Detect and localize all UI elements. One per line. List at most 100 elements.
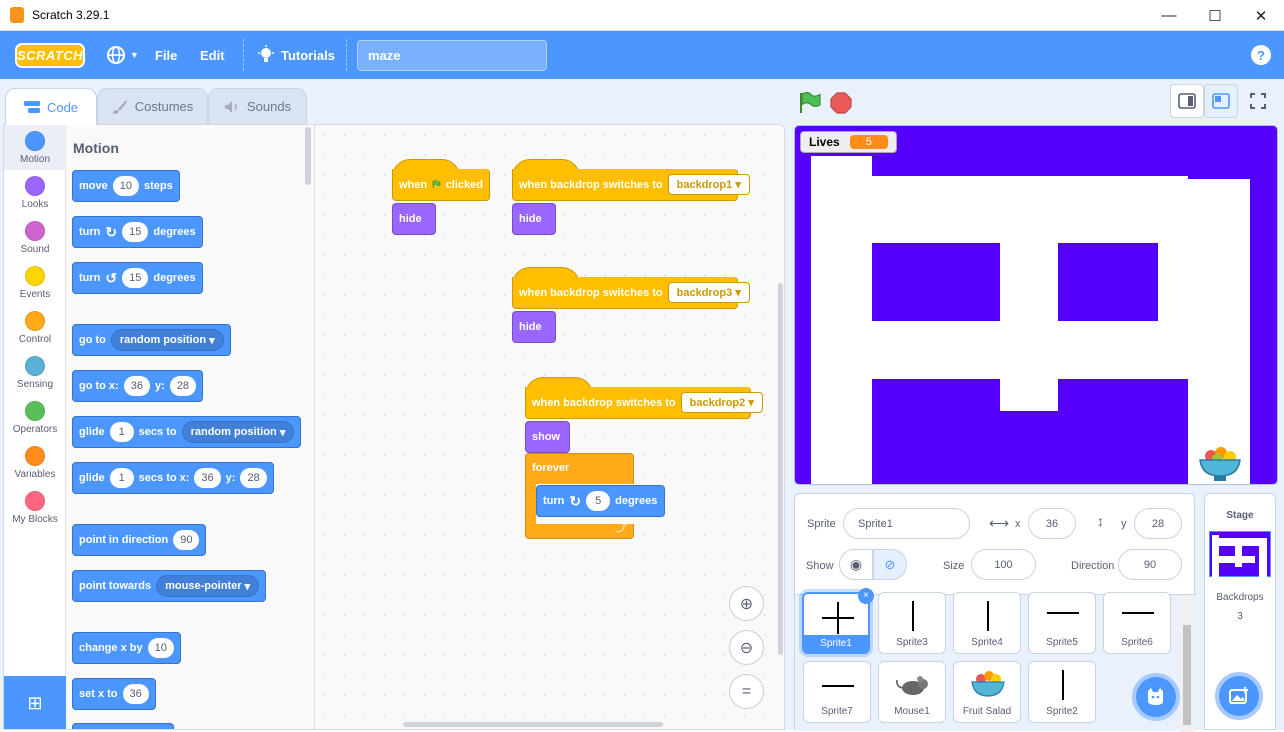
degrees-input[interactable]: 15 bbox=[122, 268, 149, 288]
category-operators[interactable]: Operators bbox=[4, 395, 66, 440]
secs-input[interactable]: 1 bbox=[109, 422, 134, 442]
sprite-tile-fruit-salad[interactable]: Fruit Salad bbox=[953, 661, 1021, 723]
tab-sounds[interactable]: Sounds bbox=[208, 88, 307, 125]
choose-sprite-button[interactable] bbox=[1132, 673, 1180, 721]
help-icon[interactable]: ? bbox=[1251, 45, 1271, 65]
block-hide[interactable]: hide bbox=[512, 311, 556, 343]
maximize-button[interactable]: ☐ bbox=[1192, 0, 1238, 31]
edit-menu[interactable]: Edit bbox=[200, 31, 225, 79]
target-dropdown[interactable]: random position ▾ bbox=[181, 421, 295, 443]
steps-input[interactable]: 10 bbox=[112, 176, 139, 196]
sprite-tile-mouse1[interactable]: Mouse1 bbox=[878, 661, 946, 723]
x-input[interactable]: 36 bbox=[194, 468, 221, 488]
fruit-salad-sprite[interactable] bbox=[1197, 444, 1243, 484]
tutorials-menu[interactable]: Tutorials bbox=[257, 31, 335, 79]
block-set-x[interactable]: set x to 36 bbox=[72, 678, 156, 710]
backdrop-dropdown[interactable]: backdrop1 ▾ bbox=[667, 174, 750, 195]
zoom-in-button[interactable]: ⊕ bbox=[729, 586, 764, 621]
category-my-blocks[interactable]: My Blocks bbox=[4, 485, 66, 530]
y-input[interactable]: 28 bbox=[169, 376, 196, 396]
category-variables[interactable]: Variables bbox=[4, 440, 66, 485]
direction-input[interactable]: 90 bbox=[173, 530, 200, 550]
block-when-backdrop-switches[interactable]: when backdrop switches to backdrop3 ▾ bbox=[512, 277, 750, 309]
category-looks[interactable]: Looks bbox=[4, 170, 66, 215]
block-show[interactable]: show bbox=[525, 421, 570, 453]
normal-stage-button[interactable] bbox=[1204, 84, 1238, 118]
file-menu[interactable]: File bbox=[155, 31, 177, 79]
degrees-input[interactable]: 5 bbox=[586, 491, 611, 511]
block-change-x[interactable]: change x by 10 bbox=[72, 632, 181, 664]
category-control[interactable]: Control bbox=[4, 305, 66, 350]
block-point-in-direction[interactable]: point in direction 90 bbox=[72, 524, 207, 556]
y-position-input[interactable]: 28 bbox=[1134, 508, 1182, 539]
x-input[interactable]: 36 bbox=[123, 376, 150, 396]
tab-code[interactable]: Code bbox=[5, 88, 97, 125]
sprite-name-input[interactable]: Sprite1 bbox=[843, 508, 970, 539]
block-go-to[interactable]: go to random position ▾ bbox=[72, 324, 231, 356]
language-menu[interactable]: ▼ bbox=[106, 31, 139, 79]
script-workspace[interactable]: when clicked hide when backdrop switches… bbox=[315, 125, 784, 729]
workspace-horizontal-scrollbar[interactable] bbox=[403, 722, 663, 727]
x-change-input[interactable]: 10 bbox=[147, 638, 174, 658]
show-hidden-button[interactable]: ⊘ bbox=[873, 549, 907, 580]
category-motion[interactable]: Motion bbox=[4, 125, 66, 170]
backdrop-dropdown[interactable]: backdrop3 ▾ bbox=[667, 282, 750, 303]
x-position-input[interactable]: 36 bbox=[1028, 508, 1076, 539]
category-sensing[interactable]: Sensing bbox=[4, 350, 66, 395]
secs-input[interactable]: 1 bbox=[109, 468, 134, 488]
delete-sprite-icon[interactable]: × bbox=[858, 588, 874, 604]
sprite-tile-sprite2[interactable]: Sprite2 bbox=[1028, 661, 1096, 723]
add-extension-button[interactable]: ⊞ bbox=[4, 676, 66, 729]
zoom-reset-button[interactable]: = bbox=[729, 674, 764, 709]
block-point-towards[interactable]: point towards mouse-pointer ▾ bbox=[72, 570, 267, 602]
block-when-backdrop-switches[interactable]: when backdrop switches to backdrop2 ▾ bbox=[525, 387, 763, 419]
backdrop-dropdown[interactable]: backdrop2 ▾ bbox=[680, 392, 763, 413]
block-hide[interactable]: hide bbox=[392, 203, 436, 235]
x-input[interactable]: 36 bbox=[122, 684, 149, 704]
block-move-steps[interactable]: move 10 steps bbox=[72, 170, 180, 202]
block-glide-to-xy[interactable]: glide 1 secs to x: 36 y: 28 bbox=[72, 462, 274, 494]
choose-backdrop-button[interactable] bbox=[1215, 672, 1263, 720]
maze-backdrop bbox=[795, 126, 1277, 484]
sprite-tile-sprite6[interactable]: Sprite6 bbox=[1103, 592, 1171, 654]
lives-monitor[interactable]: Lives 5 bbox=[800, 131, 897, 153]
show-visible-button[interactable]: ◉ bbox=[839, 549, 873, 580]
zoom-out-button[interactable]: ⊖ bbox=[729, 630, 764, 665]
category-events[interactable]: Events bbox=[4, 260, 66, 305]
project-title-input[interactable]: maze bbox=[357, 40, 547, 71]
block-go-to-xy[interactable]: go to x: 36 y: 28 bbox=[72, 370, 203, 402]
close-button[interactable]: ✕ bbox=[1238, 0, 1284, 31]
stop-button[interactable] bbox=[829, 91, 853, 118]
size-input[interactable]: 100 bbox=[971, 549, 1036, 580]
block-turn-right[interactable]: turn ↻ 5 degrees bbox=[536, 485, 665, 517]
sprite-list-scrollbar-thumb[interactable] bbox=[1183, 625, 1191, 725]
block-when-backdrop-switches[interactable]: when backdrop switches to backdrop1 ▾ bbox=[512, 169, 750, 201]
block-turn-left[interactable]: turn ↺ 15 degrees bbox=[72, 262, 203, 294]
category-sound[interactable]: Sound bbox=[4, 215, 66, 260]
sprite-tile-sprite1[interactable]: Sprite1 × bbox=[802, 588, 874, 654]
target-dropdown[interactable]: random position ▾ bbox=[110, 329, 224, 351]
sprite-tile-sprite3[interactable]: Sprite3 bbox=[878, 592, 946, 654]
small-stage-button[interactable] bbox=[1170, 84, 1204, 118]
stage-canvas[interactable]: Lives 5 bbox=[794, 125, 1278, 485]
stage-target-pane[interactable]: Stage Backdrops 3 bbox=[1204, 493, 1276, 730]
scratch-logo[interactable]: SCRATCH bbox=[15, 43, 85, 68]
block-when-flag-clicked[interactable]: when clicked bbox=[392, 169, 490, 201]
sprite-tile-sprite4[interactable]: Sprite4 bbox=[953, 592, 1021, 654]
sprite-tile-sprite7[interactable]: Sprite7 bbox=[803, 661, 871, 723]
workspace-vertical-scrollbar[interactable] bbox=[778, 283, 783, 655]
minimize-button[interactable]: — bbox=[1146, 0, 1192, 31]
palette-scrollbar[interactable] bbox=[305, 127, 311, 185]
tab-costumes[interactable]: Costumes bbox=[97, 88, 208, 125]
block-turn-right[interactable]: turn ↻ 15 degrees bbox=[72, 216, 203, 248]
fullscreen-button[interactable] bbox=[1241, 84, 1275, 118]
block-glide-to[interactable]: glide 1 secs to random position ▾ bbox=[72, 416, 302, 448]
y-input[interactable]: 28 bbox=[240, 468, 267, 488]
green-flag-button[interactable] bbox=[797, 91, 821, 118]
block-partial[interactable] bbox=[72, 723, 174, 729]
block-hide[interactable]: hide bbox=[512, 203, 556, 235]
direction-input[interactable]: 90 bbox=[1118, 549, 1182, 580]
degrees-input[interactable]: 15 bbox=[122, 222, 149, 242]
target-dropdown[interactable]: mouse-pointer ▾ bbox=[156, 575, 260, 597]
sprite-tile-sprite5[interactable]: Sprite5 bbox=[1028, 592, 1096, 654]
